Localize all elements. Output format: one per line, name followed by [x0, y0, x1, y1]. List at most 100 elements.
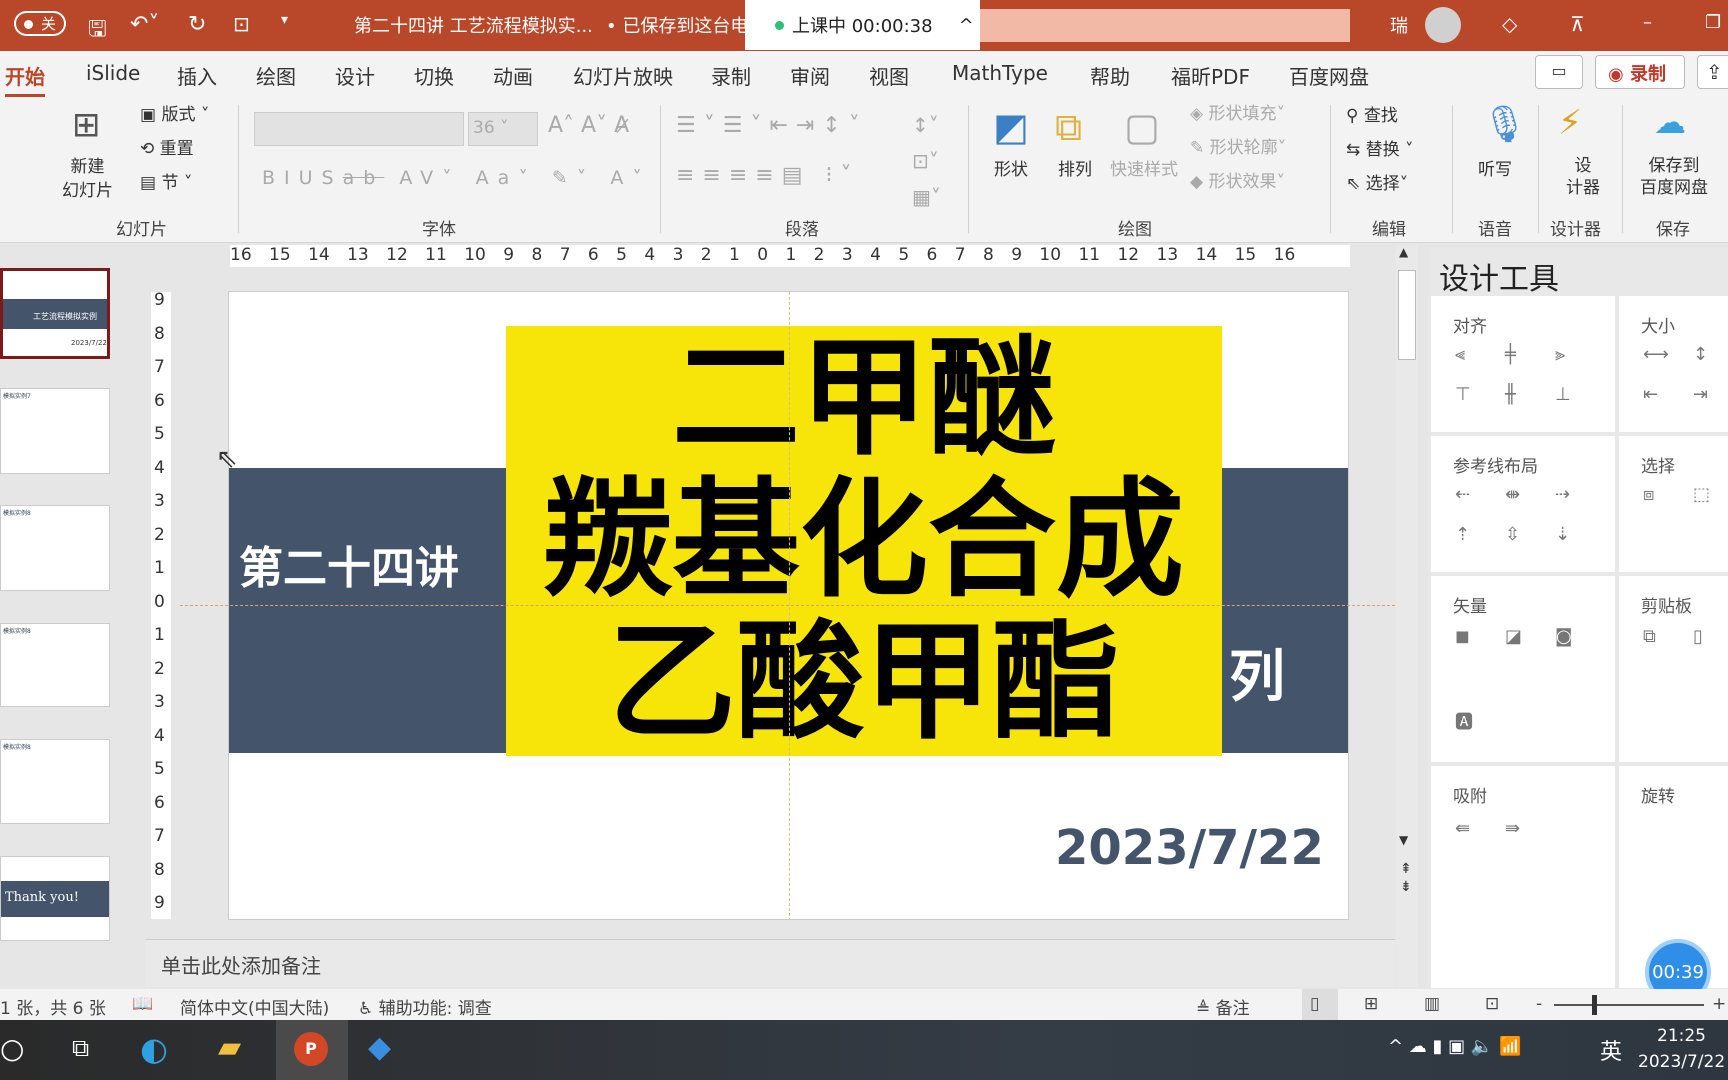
minimize-icon[interactable]: –	[1643, 12, 1652, 33]
extend-left-icon[interactable]: ⇤	[1643, 384, 1658, 405]
tab-transitions[interactable]: 切换	[414, 61, 454, 90]
collapse-icon[interactable]: ^	[959, 15, 974, 36]
vertical-scrollbar[interactable]: ▲ ▼ ⇞ ⇟	[1396, 245, 1418, 987]
shape-fill-button[interactable]: ◈ 形状填充˅	[1190, 99, 1285, 124]
guide-top-icon[interactable]: ⇡	[1455, 524, 1470, 545]
slide-sorter-icon[interactable]: ⊞	[1364, 994, 1378, 1014]
guide-bottom-icon[interactable]: ⇣	[1555, 524, 1570, 545]
tab-baidu-netdisk[interactable]: 百度网盘	[1289, 61, 1369, 90]
find-button[interactable]: ⚲ 查找	[1346, 101, 1398, 126]
guide-right-icon[interactable]: ⇢	[1555, 484, 1570, 505]
ribbon-display-icon[interactable]: ⊼	[1570, 12, 1585, 36]
record-button[interactable]: ◉ 录制	[1595, 55, 1685, 89]
powerpoint-taskbar-button[interactable]: P	[276, 1020, 348, 1080]
clock-date[interactable]: 2023/7/22	[1638, 1052, 1725, 1072]
same-height-icon[interactable]: ↕	[1693, 344, 1708, 365]
slide-thumbnail-6[interactable]: Thank you!	[0, 856, 110, 941]
quick-styles-icon[interactable]: ▢	[1124, 105, 1160, 149]
reset-button[interactable]: ⟲ 重置	[140, 134, 194, 159]
spell-check-icon[interactable]: 📖	[132, 994, 153, 1014]
search-icon[interactable]: ○	[0, 1032, 24, 1065]
tab-draw[interactable]: 绘图	[256, 61, 296, 90]
dictate-button[interactable]: 听写	[1478, 155, 1512, 180]
customize-qat-icon[interactable]: ▾	[281, 12, 288, 28]
guide-middle-icon[interactable]: ⇳	[1505, 524, 1520, 545]
save-icon[interactable]: 🖫	[88, 12, 107, 50]
list-buttons[interactable]: ☰˅☰˅⇤⇥↕˅	[676, 113, 868, 138]
tab-design[interactable]: 设计	[335, 61, 375, 90]
scroll-up-icon[interactable]: ▲	[1399, 245, 1408, 259]
shape-outline-button[interactable]: ✎ 形状轮廓˅	[1190, 133, 1286, 158]
text-direction-buttons[interactable]: ↕˅ ⊡˅ ▦˅	[912, 107, 941, 215]
diamond-icon[interactable]: ◇	[1502, 12, 1517, 36]
language-status[interactable]: 简体中文(中国大陆)	[180, 994, 329, 1019]
select-same-icon[interactable]: ⧈	[1643, 484, 1654, 505]
tab-record[interactable]: 录制	[711, 61, 751, 90]
slide-thumbnail-2[interactable]: 模拟实例7	[0, 388, 110, 474]
alignment-buttons[interactable]: ≡≡≡≡▤ ⁝˅	[676, 163, 860, 188]
align-top-icon[interactable]: ⊤	[1455, 384, 1471, 405]
search-bar[interactable]	[980, 9, 1350, 42]
microphone-icon[interactable]: 🎙	[1482, 103, 1528, 145]
tab-slideshow[interactable]: 幻灯片放映	[573, 61, 673, 90]
tab-view[interactable]: 视图	[869, 61, 909, 90]
layout-button[interactable]: ▣ 版式 ˅	[140, 100, 209, 125]
redo-icon[interactable]: ↻	[188, 12, 206, 37]
font-size-buttons[interactable]: A˄ A˅ A̷	[548, 113, 629, 138]
tab-foxit-pdf[interactable]: 福昕PDF	[1171, 61, 1250, 90]
intersect-icon[interactable]: ◙	[1555, 626, 1572, 647]
app-icon[interactable]: ◆	[368, 1030, 391, 1065]
union-icon[interactable]: ◼	[1455, 626, 1470, 647]
font-name-input[interactable]	[254, 112, 464, 146]
tray-icons[interactable]: ^ ☁ ▮ ▣ 🔈 📶	[1388, 1036, 1521, 1057]
designer-icon[interactable]: ⚡	[1558, 103, 1582, 143]
slide-thumbnail-1[interactable]: 工艺流程模拟实例 2023/7/22	[0, 268, 110, 359]
new-slide-button[interactable]: 新建 幻灯片	[62, 155, 113, 203]
slide-thumbnail-4[interactable]: 模拟实例8	[0, 623, 110, 707]
tab-home[interactable]: 开始	[5, 61, 45, 98]
select-button[interactable]: ⇖ 选择˅	[1346, 169, 1408, 194]
font-format-buttons[interactable]: BIUSab AV˅ Aa˅ ✎˅ A˅	[262, 167, 651, 189]
save-to-baidu-button[interactable]: 保存到 百度网盘	[1640, 155, 1708, 199]
comments-button[interactable]: ▭	[1535, 55, 1583, 89]
replace-button[interactable]: ⇆ 替换 ˅	[1346, 135, 1414, 160]
present-icon[interactable]: ⊡	[233, 12, 250, 36]
notes-toggle[interactable]: ≜ 备注	[1196, 994, 1250, 1019]
prev-next-slide-icon[interactable]: ⇞ ⇟	[1400, 860, 1412, 896]
ime-indicator[interactable]: 英	[1600, 1034, 1622, 1066]
shapes-button[interactable]: 形状	[994, 155, 1028, 180]
normal-view-icon[interactable]: ▯	[1302, 989, 1338, 1020]
autosave-toggle[interactable]: 关	[14, 11, 67, 36]
tab-animations[interactable]: 动画	[493, 61, 533, 90]
accessibility-status[interactable]: ♿ 辅助功能: 调查	[358, 994, 492, 1019]
baidu-cloud-icon[interactable]: ☁	[1654, 103, 1686, 141]
paste-icon[interactable]: ▯	[1693, 626, 1703, 647]
arrange-button[interactable]: 排列	[1058, 155, 1092, 180]
shapes-icon[interactable]: ◩	[993, 105, 1029, 149]
new-slide-icon[interactable]: ⊞	[72, 105, 101, 145]
align-middle-icon[interactable]: ╫	[1505, 384, 1516, 405]
shape-effects-button[interactable]: ◆ 形状效果˅	[1190, 167, 1285, 192]
align-right-icon[interactable]: ⫸	[1555, 344, 1565, 365]
subtitle-partial[interactable]: 列	[1229, 632, 1285, 713]
tab-help[interactable]: 帮助	[1090, 61, 1130, 90]
clock-time[interactable]: 21:25	[1657, 1026, 1706, 1046]
horizontal-ruler[interactable]: 16 15 14 13 12 11 10 9 8 7 6 5 4 3 2 1 0…	[230, 245, 1350, 267]
lecture-number[interactable]: 第二十四讲	[239, 532, 459, 596]
highlighted-title-box[interactable]: 二甲醚 羰基化合成 乙酸甲酯	[506, 326, 1222, 756]
guide-center-icon[interactable]: ⇼	[1505, 484, 1520, 505]
snap-left-icon[interactable]: ⇚	[1455, 818, 1470, 839]
tab-review[interactable]: 审阅	[790, 61, 830, 90]
arrange-icon[interactable]: ⧉	[1055, 105, 1082, 150]
restore-icon[interactable]: ❐	[1705, 12, 1721, 33]
zoom-in-icon[interactable]: +	[1712, 994, 1726, 1014]
scroll-down-icon[interactable]: ▼	[1399, 833, 1408, 847]
vertical-ruler[interactable]: 9 8 7 6 5 4 3 2 1 0 1 2 3 4 5 6 7 8 9	[151, 292, 171, 919]
text-box-icon[interactable]: 🅰	[1455, 708, 1473, 734]
zoom-slider-thumb[interactable]	[1592, 995, 1597, 1015]
file-explorer-icon[interactable]: ▰	[218, 1030, 241, 1065]
scroll-thumb[interactable]	[1398, 270, 1416, 360]
tab-islide[interactable]: iSlide	[86, 61, 140, 85]
select-similar-icon[interactable]: ⬚	[1693, 484, 1710, 505]
snap-right-icon[interactable]: ⇛	[1505, 818, 1520, 839]
